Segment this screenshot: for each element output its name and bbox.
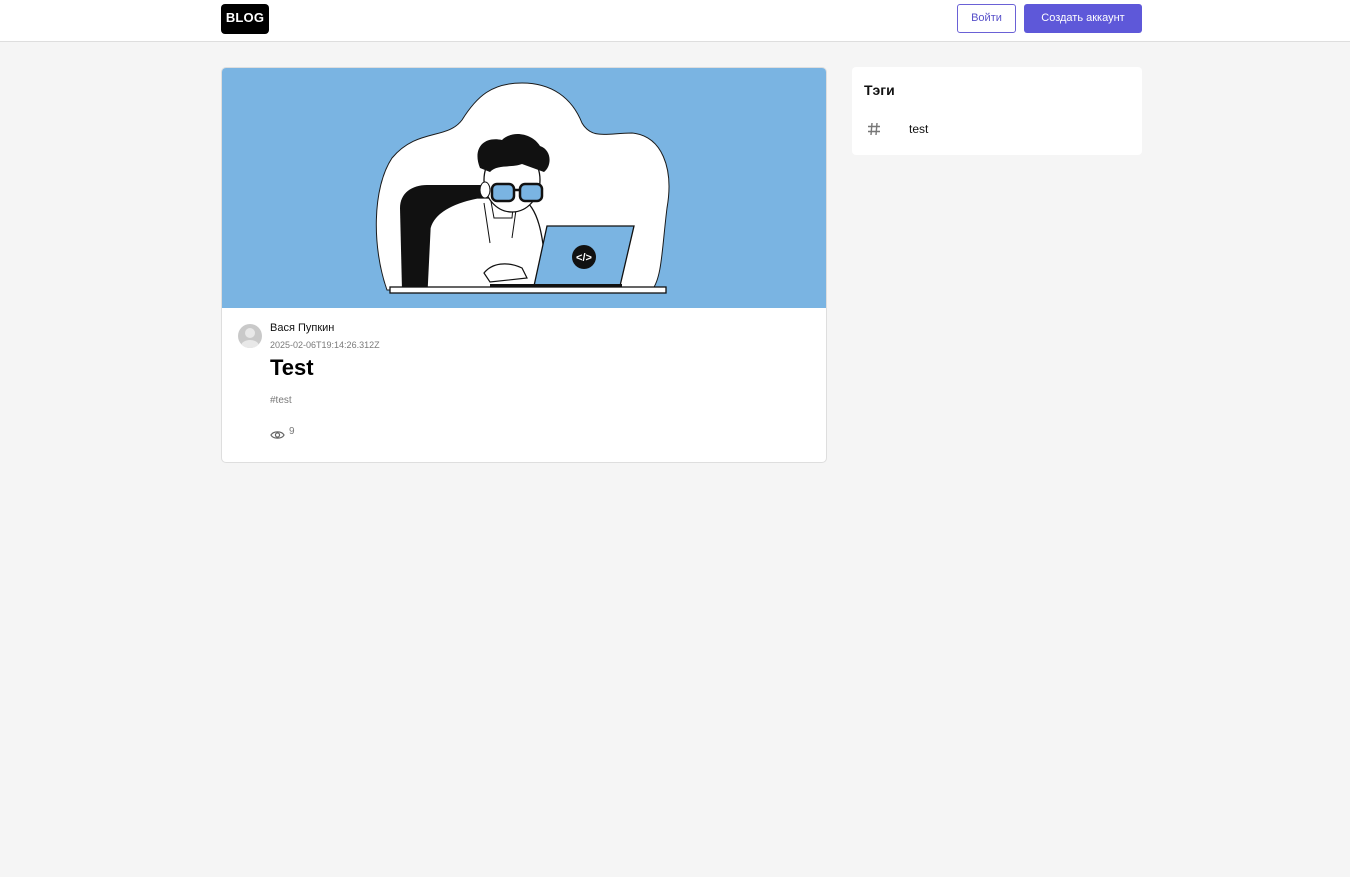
view-count-value: 9 <box>289 426 295 437</box>
hash-icon <box>868 122 880 136</box>
post-tag-link[interactable]: #test <box>270 395 292 406</box>
top-header: BLOG Войти Создать аккаунт <box>0 0 1350 42</box>
post-date: 2025-02-06T19:14:26.312Z <box>270 340 380 350</box>
code-laptop-illustration: </> <box>375 82 670 294</box>
sidebar-tag-label: test <box>909 122 929 136</box>
post-title[interactable]: Test <box>270 355 314 381</box>
login-button[interactable]: Войти <box>957 4 1016 33</box>
blog-logo[interactable]: BLOG <box>221 4 269 34</box>
create-account-button[interactable]: Создать аккаунт <box>1024 4 1142 33</box>
post-card: </> Вася Пупкин 2025-02-06T19:14:26.312Z… <box>221 67 827 463</box>
view-count: 9 <box>270 426 295 441</box>
post-cover-image[interactable]: </> <box>222 68 826 308</box>
sidebar-tag-item[interactable]: test <box>852 117 1142 143</box>
author-name[interactable]: Вася Пупкин <box>270 322 334 334</box>
avatar[interactable] <box>238 324 262 348</box>
code-badge-text: </> <box>576 252 592 264</box>
tags-title: Тэги <box>864 82 895 98</box>
tags-panel: Тэги test <box>852 67 1142 155</box>
eye-icon <box>270 431 285 439</box>
